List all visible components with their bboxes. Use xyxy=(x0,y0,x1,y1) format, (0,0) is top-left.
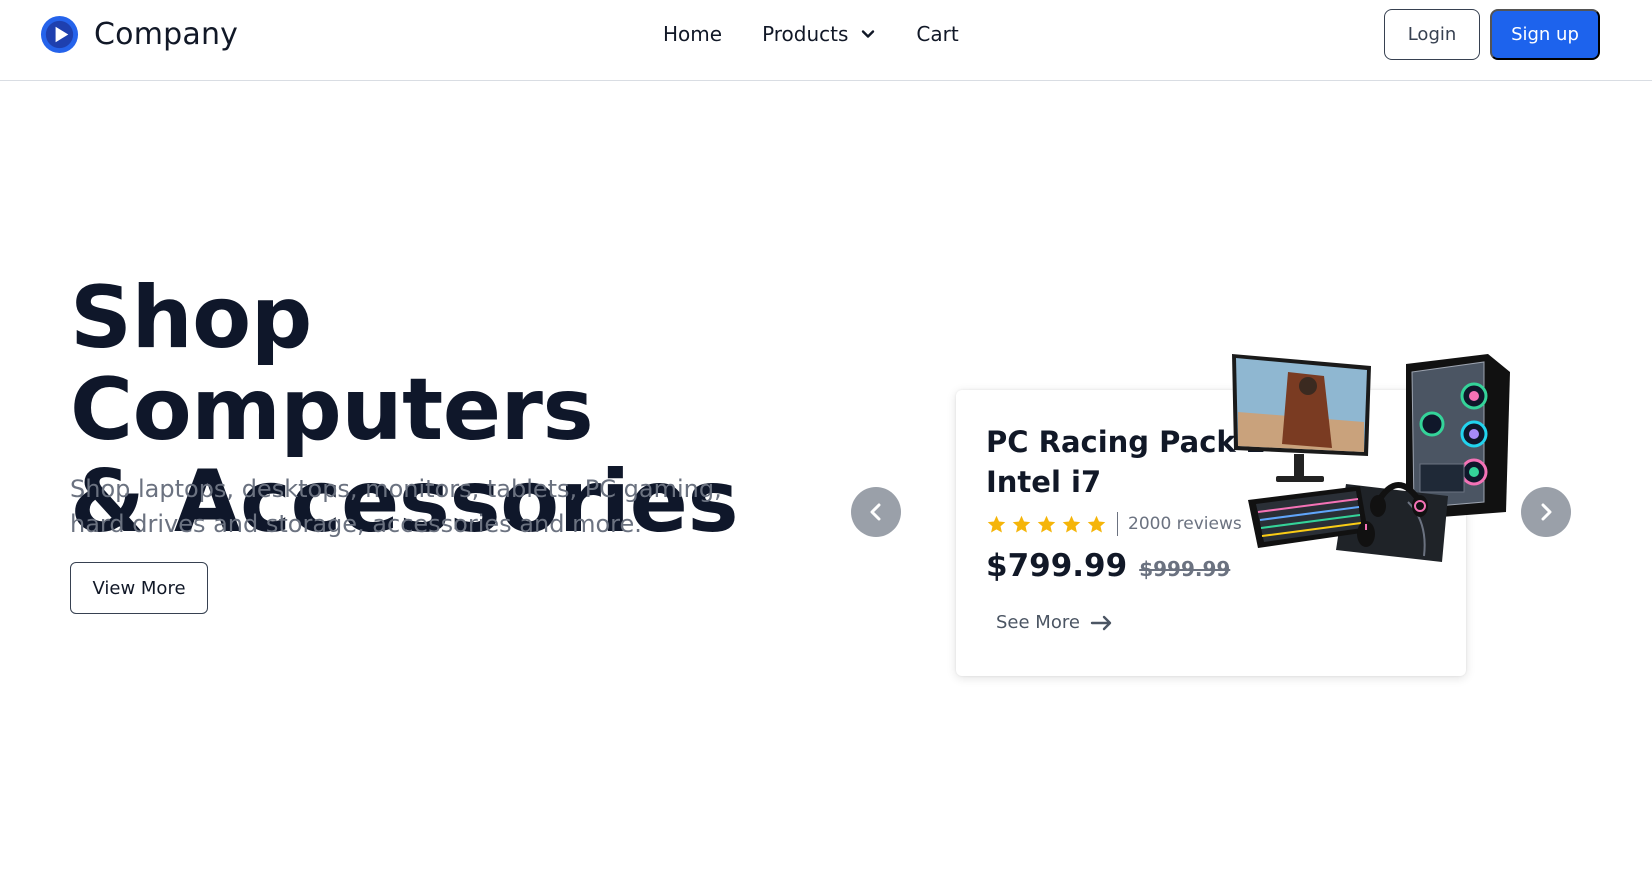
product-image[interactable] xyxy=(1228,352,1520,566)
nav-home[interactable]: Home xyxy=(663,22,722,46)
carousel-next-button[interactable] xyxy=(1521,487,1571,537)
star-icon xyxy=(1087,515,1106,533)
price-current: $799.99 xyxy=(986,548,1128,584)
hero-title-line-1: Shop Computers xyxy=(70,268,594,460)
star-icon xyxy=(987,515,1006,533)
reviews-count: 2000 reviews xyxy=(1128,514,1242,534)
play-logo-icon xyxy=(40,15,79,54)
chevron-right-icon xyxy=(1541,503,1552,521)
carousel-prev-button[interactable] xyxy=(851,487,901,537)
nav-cart[interactable]: Cart xyxy=(916,22,958,46)
see-more-label: See More xyxy=(996,612,1080,633)
nav-products-label: Products xyxy=(762,22,849,46)
chevron-down-icon xyxy=(862,30,875,38)
star-icon xyxy=(1012,515,1031,533)
star-icon xyxy=(1037,515,1056,533)
main-nav: Home Products Cart xyxy=(663,22,959,46)
see-more-link[interactable]: See More xyxy=(996,612,1114,633)
star-icon xyxy=(1062,515,1081,533)
brand[interactable]: Company xyxy=(40,15,238,54)
arrow-right-icon xyxy=(1090,615,1112,630)
view-more-button[interactable]: View More xyxy=(70,562,208,614)
rating-divider xyxy=(1117,512,1118,536)
nav-products-dropdown[interactable]: Products xyxy=(762,22,876,46)
hero-subtitle: Shop laptops, desktops, monitors, tablet… xyxy=(70,475,722,538)
product-price: $799.99 $999.99 xyxy=(986,548,1230,584)
price-old: $999.99 xyxy=(1139,557,1231,581)
brand-name: Company xyxy=(94,17,239,52)
login-button[interactable]: Login xyxy=(1384,9,1480,60)
chevron-left-icon xyxy=(870,503,881,521)
signup-button[interactable]: Sign up xyxy=(1490,9,1600,60)
top-navbar: Company Home Products Cart Login Sign up xyxy=(0,0,1652,81)
product-rating: 2000 reviews xyxy=(986,512,1242,536)
